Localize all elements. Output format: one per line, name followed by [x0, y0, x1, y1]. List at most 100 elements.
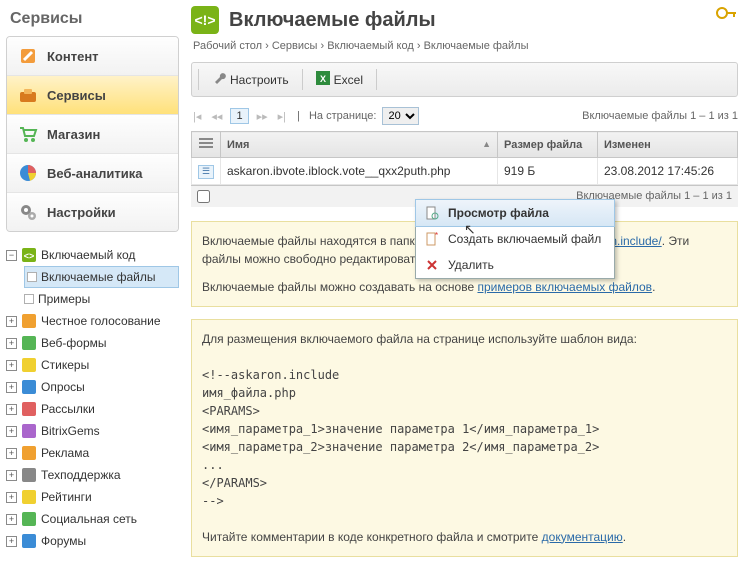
- code-line: <имя_параметра_1>значение параметра 1</и…: [202, 420, 727, 438]
- pager-first[interactable]: |◂: [191, 110, 203, 123]
- expand-icon[interactable]: +: [6, 514, 17, 525]
- code-line: </PARAMS>: [202, 474, 727, 492]
- file-new-icon: *: [424, 231, 440, 247]
- tree-node[interactable]: + Форумы: [6, 530, 179, 552]
- expand-icon[interactable]: +: [6, 426, 17, 437]
- big-item-analytics[interactable]: Веб-аналитика: [7, 154, 178, 193]
- tree-leaf-examples[interactable]: Примеры: [24, 288, 179, 310]
- expand-icon[interactable]: +: [6, 382, 17, 393]
- row-menu-button[interactable]: ☰: [198, 165, 214, 179]
- tree-leaf-included-files[interactable]: Включаемые файлы: [24, 266, 179, 288]
- tree-node[interactable]: +Стикеры: [6, 354, 179, 376]
- page-header: <!> Включаемые файлы: [191, 6, 738, 34]
- code-box: Для размещения включаемого файла на стра…: [191, 319, 738, 557]
- expand-icon[interactable]: +: [6, 448, 17, 459]
- info-link-examples[interactable]: примеров включаемых файлов: [477, 280, 652, 294]
- expand-icon[interactable]: +: [6, 470, 17, 481]
- breadcrumb-link[interactable]: Включаемый код: [327, 40, 414, 52]
- tree-node-include-code[interactable]: − <> Включаемый код: [6, 244, 179, 266]
- tree-node-label: Реклама: [41, 443, 89, 463]
- breadcrumb-link[interactable]: Рабочий стол: [193, 40, 262, 52]
- big-item-content[interactable]: Контент: [7, 37, 178, 76]
- expand-icon[interactable]: +: [6, 316, 17, 327]
- ctx-view-file[interactable]: Просмотр файла: [415, 199, 615, 227]
- code-badge-icon: <!>: [191, 6, 219, 34]
- module-icon: [21, 489, 37, 505]
- code-outro: Читайте комментарии в коде конкретного ф…: [202, 530, 542, 544]
- pager-current: 1: [230, 108, 248, 124]
- button-label: Excel: [334, 73, 363, 87]
- docs-link[interactable]: документацию: [542, 530, 623, 544]
- expand-icon[interactable]: +: [6, 492, 17, 503]
- tree-node[interactable]: +Веб-формы: [6, 332, 179, 354]
- ctx-delete[interactable]: Удалить: [416, 252, 614, 278]
- tree-node-label: Форумы: [41, 531, 86, 551]
- pager-next[interactable]: ▸▸: [255, 110, 270, 123]
- button-label: Настроить: [230, 73, 289, 87]
- toolbox-icon: [17, 84, 39, 106]
- module-icon: [21, 401, 37, 417]
- pager-last[interactable]: ▸|: [276, 110, 288, 123]
- code-line: имя_файла.php: [202, 384, 727, 402]
- piechart-icon: [17, 162, 39, 184]
- tree-node[interactable]: +Рассылки: [6, 398, 179, 420]
- code-intro: Для размещения включаемого файла на стра…: [202, 330, 727, 348]
- pager-top: |◂ ◂◂ 1 ▸▸ ▸| | На странице: 20 Включаем…: [191, 107, 738, 125]
- breadcrumb-current: Включаемые файлы: [424, 40, 529, 52]
- sort-asc-icon: ▲: [482, 139, 491, 149]
- info-text: Включаемые файлы можно создавать на осно…: [202, 280, 477, 294]
- tree-node[interactable]: +Опросы: [6, 376, 179, 398]
- expand-icon[interactable]: +: [6, 404, 17, 415]
- table-row[interactable]: ☰ askaron.ibvote.iblock.vote__qxx2puth.p…: [192, 158, 738, 185]
- code-line: <имя_параметра_2>значение параметра 2</и…: [202, 438, 727, 456]
- expand-icon[interactable]: +: [6, 338, 17, 349]
- tree-node[interactable]: +Социальная сеть: [6, 508, 179, 530]
- configure-button[interactable]: Настроить: [205, 67, 296, 92]
- key-icon[interactable]: [716, 6, 738, 23]
- per-page-label: На странице:: [309, 110, 376, 122]
- breadcrumb-link[interactable]: Сервисы: [272, 40, 318, 52]
- col-modified[interactable]: Изменен: [598, 132, 738, 158]
- big-menu: Контент Сервисы Магазин Веб-аналитика: [6, 36, 179, 232]
- tree-node-label: Включаемый код: [41, 245, 135, 265]
- cell-size: 919 Б: [498, 158, 598, 185]
- bullet-icon: [24, 294, 34, 304]
- page-title: Включаемые файлы: [229, 9, 436, 32]
- cart-icon: [17, 123, 39, 145]
- collapse-icon[interactable]: −: [6, 250, 17, 261]
- big-item-services[interactable]: Сервисы: [7, 76, 178, 115]
- col-size[interactable]: Размер файла: [498, 132, 598, 158]
- ctx-create-file[interactable]: * Создать включаемый файл: [416, 226, 614, 252]
- tree-node[interactable]: +BitrixGems: [6, 420, 179, 442]
- big-item-shop[interactable]: Магазин: [7, 115, 178, 154]
- tree-leaf-label: Примеры: [38, 289, 90, 309]
- delete-icon: [424, 257, 440, 273]
- tree-node[interactable]: + Реклама: [6, 442, 179, 464]
- code-line: -->: [202, 492, 727, 510]
- big-item-settings[interactable]: Настройки: [7, 193, 178, 231]
- excel-icon: X: [316, 71, 330, 88]
- pager-prev[interactable]: ◂◂: [209, 110, 224, 123]
- svg-text:X: X: [320, 74, 326, 84]
- module-icon: [21, 533, 37, 549]
- gears-icon: [17, 201, 39, 223]
- module-icon: [21, 467, 37, 483]
- per-page-select[interactable]: 20: [382, 107, 419, 125]
- expand-icon[interactable]: +: [6, 360, 17, 371]
- select-all-checkbox[interactable]: [197, 190, 210, 203]
- col-action[interactable]: [192, 132, 221, 158]
- tree-node-label: Техподдержка: [41, 465, 121, 485]
- tree: − <> Включаемый код Включаемые файлы При…: [6, 244, 179, 552]
- excel-button[interactable]: X Excel: [309, 67, 370, 92]
- expand-icon[interactable]: +: [6, 536, 17, 547]
- tree-node[interactable]: +Честное голосование: [6, 310, 179, 332]
- tree-leaf-label: Включаемые файлы: [41, 267, 156, 287]
- big-item-label: Веб-аналитика: [47, 166, 142, 181]
- tree-node[interactable]: + Техподдержка: [6, 464, 179, 486]
- bullet-icon: [27, 272, 37, 282]
- big-item-label: Контент: [47, 49, 99, 64]
- tree-node[interactable]: +Рейтинги: [6, 486, 179, 508]
- col-name[interactable]: Имя▲: [221, 132, 498, 158]
- wrench-icon: [212, 71, 226, 88]
- code-outro: .: [623, 530, 626, 544]
